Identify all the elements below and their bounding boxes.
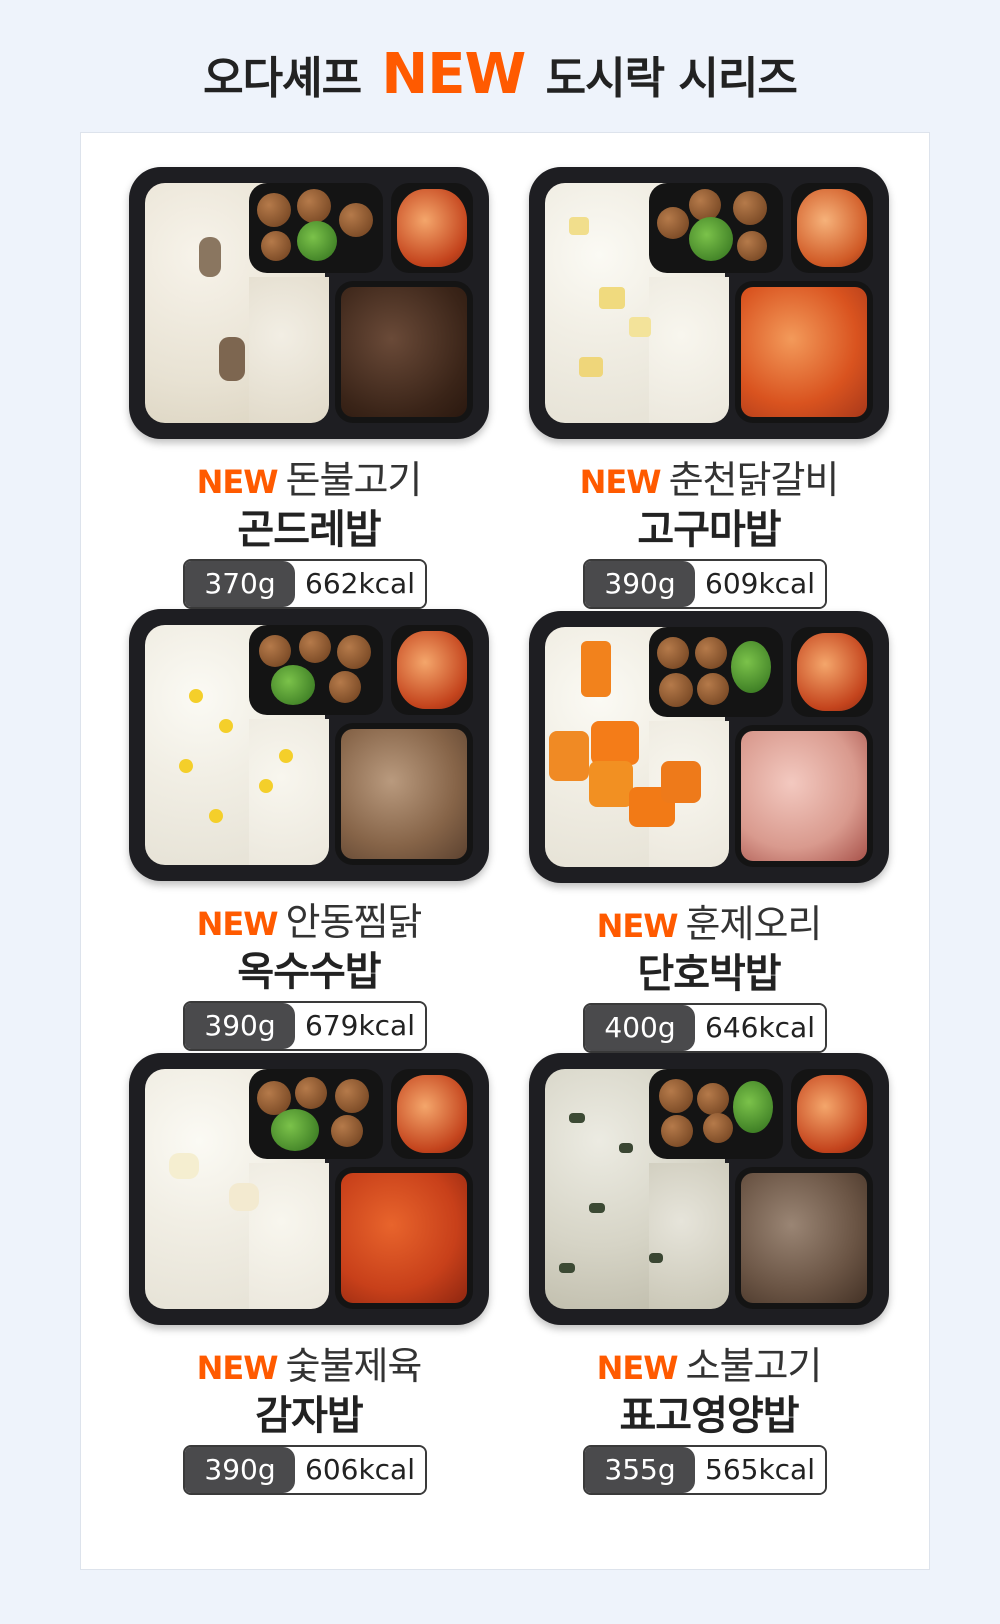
kcal-label: 606kcal <box>295 1447 425 1493</box>
rice-name: 단호박밥 <box>637 951 781 997</box>
lunchbox-image <box>529 167 889 439</box>
dish-name: 소불고기 <box>685 1344 823 1388</box>
weight-label: 370g <box>185 561 295 607</box>
dish-name: 훈제오리 <box>685 902 823 946</box>
new-badge: NEW <box>196 905 279 943</box>
weight-label: 390g <box>185 1003 295 1049</box>
dish-name: 돈불고기 <box>285 458 423 502</box>
new-badge: NEW <box>196 1349 279 1387</box>
product-name: NEW 숯불제육 <box>129 1335 489 1390</box>
product-name: NEW 소불고기 <box>529 1335 889 1390</box>
kcal-label: 679kcal <box>295 1003 425 1049</box>
kcal-label: 565kcal <box>695 1447 825 1493</box>
product-item[interactable]: NEW 훈제오리 단호박밥 400g 646kcal <box>529 611 889 1053</box>
product-item[interactable]: NEW 소불고기 표고영양밥 355g 565kcal <box>529 1053 889 1495</box>
product-name: NEW 돈불고기 <box>129 449 489 504</box>
title-prefix: 오다셰프 <box>203 53 362 104</box>
rice-name: 곤드레밥 <box>237 507 381 553</box>
product-name: NEW 안동찜닭 <box>129 891 489 946</box>
dish-name: 안동찜닭 <box>285 900 423 944</box>
weight-label: 390g <box>185 1447 295 1493</box>
product-name: NEW 춘천닭갈비 <box>529 449 889 504</box>
new-badge: NEW <box>196 463 279 501</box>
lunchbox-image <box>129 1053 489 1325</box>
rice-name: 표고영양밥 <box>619 1393 800 1439</box>
kcal-label: 609kcal <box>695 561 825 607</box>
product-item[interactable]: NEW 숯불제육 감자밥 390g 606kcal <box>129 1053 489 1495</box>
spec-badge: 390g 606kcal <box>183 1445 427 1495</box>
weight-label: 400g <box>585 1005 695 1051</box>
new-badge: NEW <box>596 907 679 945</box>
title-suffix: 도시락 시리즈 <box>545 53 798 104</box>
rice-name: 고구마밥 <box>637 507 781 553</box>
kcal-label: 646kcal <box>695 1005 825 1051</box>
rice-name: 감자밥 <box>255 1393 363 1439</box>
product-item[interactable]: NEW 돈불고기 곤드레밥 370g 662kcal <box>129 167 489 609</box>
spec-badge: 355g 565kcal <box>583 1445 827 1495</box>
weight-label: 390g <box>585 561 695 607</box>
weight-label: 355g <box>585 1447 695 1493</box>
spec-badge: 390g 679kcal <box>183 1001 427 1051</box>
new-badge: NEW <box>596 1349 679 1387</box>
product-name: NEW 훈제오리 <box>529 893 889 948</box>
lunchbox-image <box>129 609 489 881</box>
dish-name: 춘천닭갈비 <box>668 458 840 502</box>
spec-badge: 390g 609kcal <box>583 559 827 609</box>
spec-badge: 370g 662kcal <box>183 559 427 609</box>
lunchbox-image <box>529 611 889 883</box>
rice-name: 옥수수밥 <box>237 949 381 995</box>
lunchbox-image <box>129 167 489 439</box>
product-grid: NEW 돈불고기 곤드레밥 370g 662kcal NEW 춘천닭갈비 고구마… <box>81 133 929 1569</box>
page-title: 오다셰프 NEW 도시락 시리즈 <box>0 42 1000 107</box>
kcal-label: 662kcal <box>295 561 425 607</box>
spec-badge: 400g 646kcal <box>583 1003 827 1053</box>
title-accent: NEW <box>381 42 526 107</box>
lunchbox-image <box>529 1053 889 1325</box>
new-badge: NEW <box>579 463 662 501</box>
product-card: NEW 돈불고기 곤드레밥 370g 662kcal NEW 춘천닭갈비 고구마… <box>80 132 930 1570</box>
product-item[interactable]: NEW 춘천닭갈비 고구마밥 390g 609kcal <box>529 167 889 609</box>
dish-name: 숯불제육 <box>285 1344 423 1388</box>
product-item[interactable]: NEW 안동찜닭 옥수수밥 390g 679kcal <box>129 609 489 1051</box>
